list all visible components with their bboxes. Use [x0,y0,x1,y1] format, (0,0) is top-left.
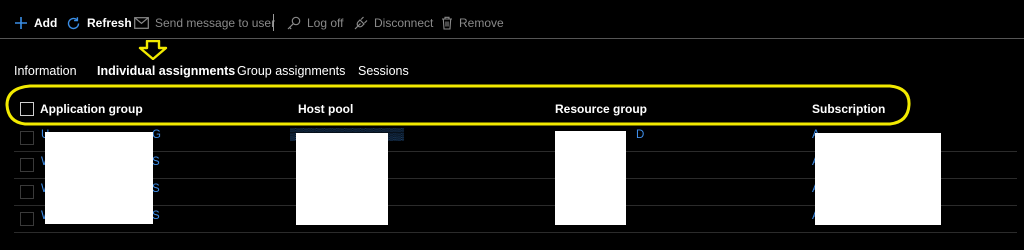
redaction-box-application-group [45,132,153,224]
disconnect-button-label: Disconnect [374,16,434,30]
remove-button[interactable]: Remove [441,14,504,32]
mail-icon [134,17,149,29]
refresh-button[interactable]: Refresh [66,14,132,32]
tab-group-assignments[interactable]: Group assignments [237,64,345,78]
row-checkbox[interactable] [20,185,34,199]
key-icon [287,16,301,30]
redaction-box-host-pool [296,133,388,225]
add-button-label: Add [34,16,58,30]
trash-icon [441,16,453,30]
refresh-icon [66,16,81,31]
resource-group-link[interactable]: D [636,129,644,141]
tab-individual-assignments[interactable]: Individual assignments [97,64,235,78]
tab-sessions[interactable]: Sessions [358,64,409,78]
refresh-button-label: Refresh [87,16,132,30]
row-checkbox[interactable] [20,212,34,226]
application-group-link-tail[interactable]: S [152,156,160,168]
redaction-box-resource-group [555,131,626,225]
remove-button-label: Remove [459,16,504,30]
disconnect-button[interactable]: Disconnect [354,14,433,32]
log-off-button-label: Log off [307,16,344,30]
redaction-box-subscription [815,133,941,225]
plug-icon [354,16,368,30]
tab-information[interactable]: Information [14,64,77,78]
log-off-button[interactable]: Log off [287,14,343,32]
send-message-button-label: Send message to user [155,16,276,30]
application-group-link-tail[interactable]: S [152,183,160,195]
application-group-link-tail[interactable]: G [152,129,161,141]
tab-bar: Information Individual assignments Group… [0,60,1024,82]
row-checkbox[interactable] [20,158,34,172]
command-toolbar: Add Refresh Send message to user Log off… [0,0,1024,39]
toolbar-divider [273,14,274,31]
add-button[interactable]: Add [14,14,57,32]
row-checkbox[interactable] [20,131,34,145]
send-message-button[interactable]: Send message to user [134,14,275,32]
application-group-link-tail[interactable]: S [152,210,160,222]
plus-icon [14,16,28,30]
